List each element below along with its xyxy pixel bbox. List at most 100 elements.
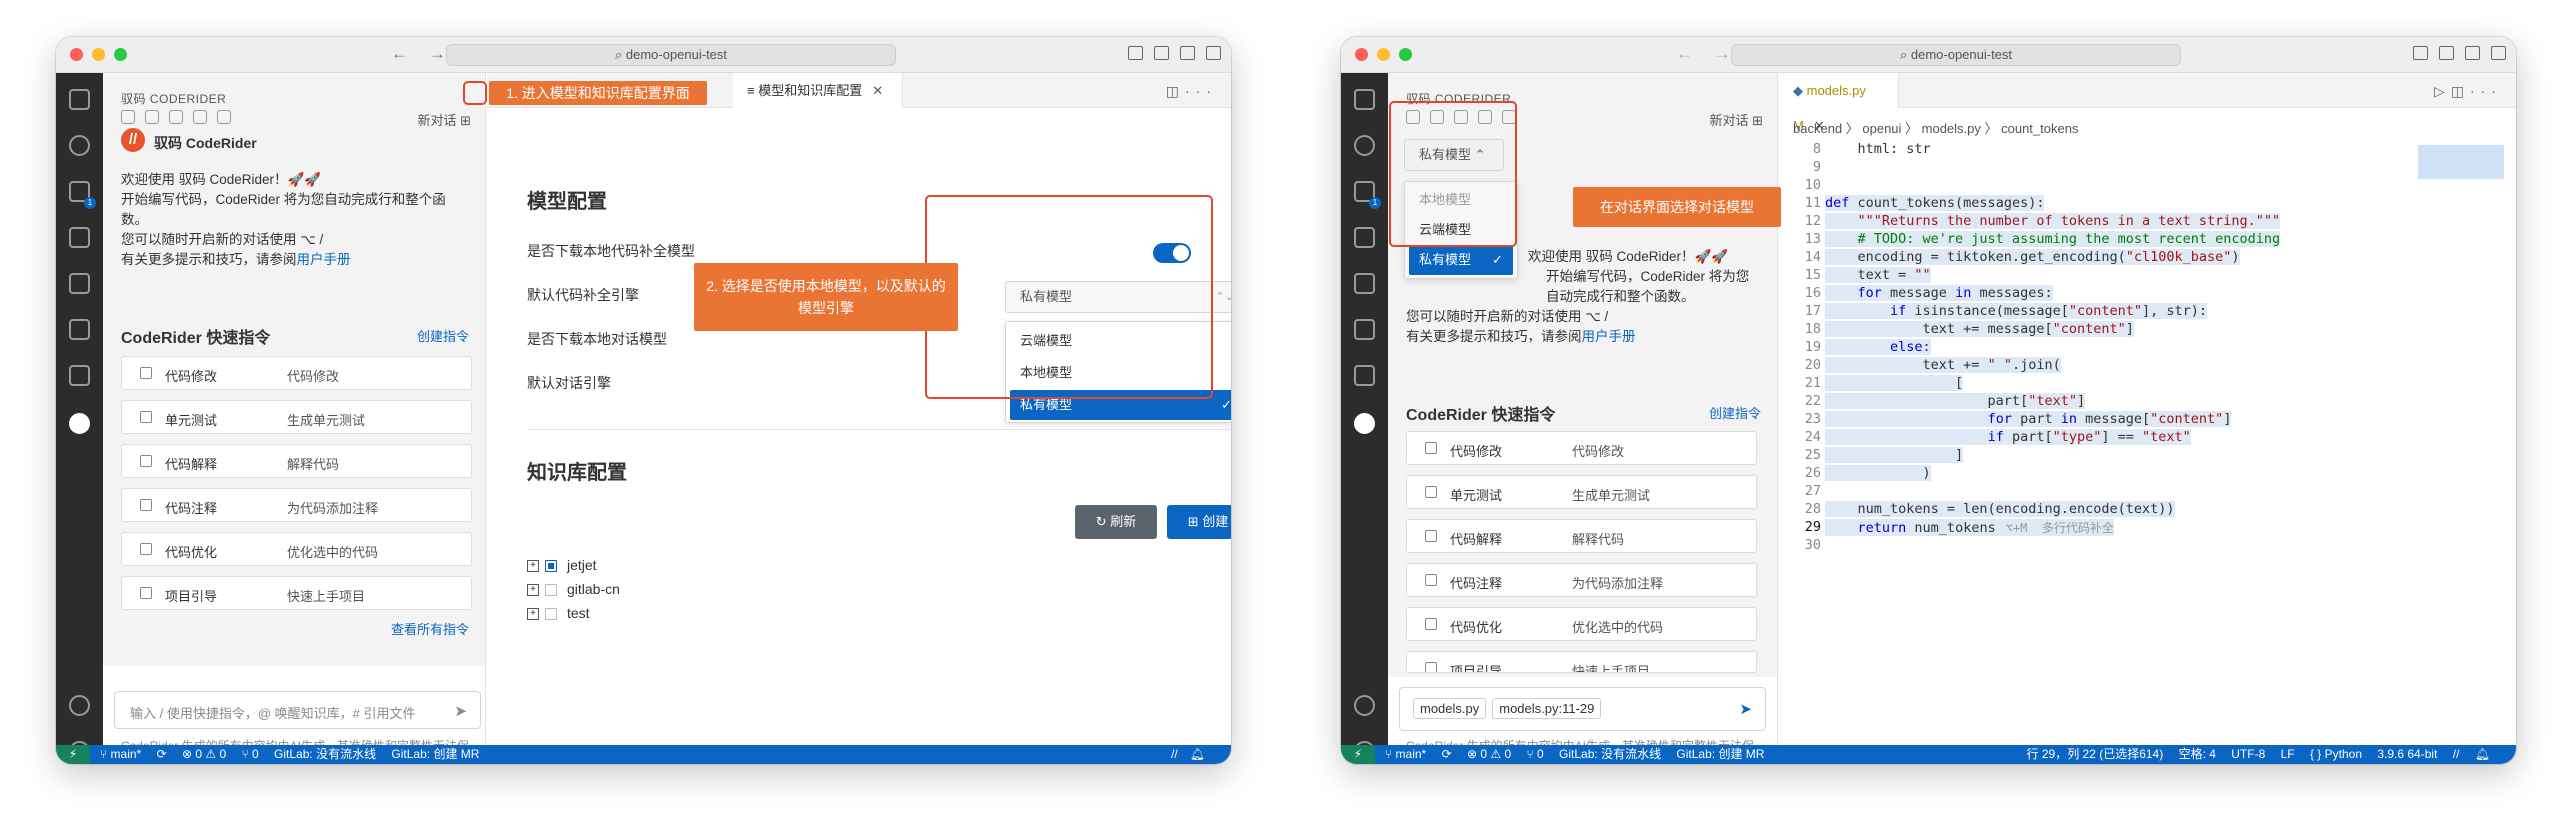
explorer-icon[interactable] [1354, 89, 1375, 110]
quick-command-item[interactable]: 代码修改 代码修改 [121, 356, 472, 390]
ports-indicator[interactable]: ⑂ 0 [1526, 747, 1543, 761]
send-icon[interactable]: ➤ [454, 702, 467, 720]
more-actions-icon[interactable]: ··· [1185, 83, 1217, 99]
coderider-status-icon[interactable]: // [1171, 747, 1178, 761]
coderider-icon[interactable] [69, 413, 90, 434]
chat-input[interactable]: 输入 / 使用快捷指令，@ 唤醒知识库，# 引用文件 ➤ [114, 691, 481, 729]
view-all-commands-link[interactable]: 查看所有指令 [391, 619, 469, 638]
code-line[interactable]: else: [1825, 339, 1931, 355]
minimize-window-button[interactable] [92, 48, 105, 61]
remote-indicator[interactable]: ⚡ [56, 745, 90, 764]
toggle-secondary-sidebar-icon[interactable] [1180, 46, 1195, 60]
nav-arrows[interactable]: ← → [391, 44, 454, 64]
python-interpreter[interactable]: 3.9.6 64-bit [2377, 747, 2437, 761]
code-line[interactable]: text += " ".join( [1825, 357, 2061, 373]
kb-item[interactable]: + jetjet [527, 557, 597, 573]
branch-indicator[interactable]: ⑂ main* ⟳ [1385, 747, 1452, 761]
history-icon[interactable] [145, 110, 159, 124]
coderider-icon[interactable] [1354, 413, 1375, 434]
quick-command-item[interactable]: 代码注释 为代码添加注释 [1406, 563, 1757, 597]
command-center-search[interactable]: ⌕ demo-openui-test [1731, 44, 2181, 66]
code-line[interactable]: if part["type"] == "text" [1825, 429, 2191, 445]
quick-command-item[interactable]: 代码解释 解释代码 [121, 444, 472, 478]
remote-explorer-icon[interactable] [1354, 319, 1375, 340]
problems-indicator[interactable]: ⊗ 0 ⚠ 0 [182, 747, 226, 761]
file-encoding[interactable]: UTF-8 [2231, 747, 2265, 761]
customize-layout-icon[interactable] [2491, 46, 2506, 60]
code-line[interactable]: if isinstance(message["content"], str): [1825, 303, 2208, 319]
expand-icon[interactable]: + [527, 584, 539, 597]
breadcrumb[interactable]: backend 〉 openui 〉 models.py 〉 count_tok… [1793, 118, 2078, 137]
run-icon[interactable]: ▷ [2434, 83, 2451, 99]
quick-command-item[interactable]: 代码解释 解释代码 [1406, 519, 1757, 553]
quick-command-item[interactable]: 单元测试 生成单元测试 [1406, 475, 1757, 509]
explorer-icon[interactable] [69, 89, 90, 110]
cursor-position[interactable]: 行 29，列 22 (已选择614) [2027, 747, 2164, 761]
code-line[interactable]: [ [1825, 375, 1964, 391]
testing-icon[interactable] [1354, 365, 1375, 386]
toggle-secondary-sidebar-icon[interactable] [2465, 46, 2480, 60]
ports-indicator[interactable]: ⑂ 0 [241, 747, 258, 761]
settings-icon[interactable] [217, 110, 231, 124]
new-chat-button[interactable]: 新对话 ⊞ [417, 110, 471, 129]
user-manual-link[interactable]: 用户手册 [1582, 329, 1636, 344]
close-window-button[interactable] [70, 48, 83, 61]
expand-icon[interactable]: + [527, 560, 539, 573]
attachment-chip[interactable]: models.py [1413, 698, 1487, 719]
minimap-viewport[interactable] [2418, 145, 2504, 179]
gitlab-mr[interactable]: GitLab: 创建 MR [391, 747, 479, 761]
toggle-panel-icon[interactable] [2439, 46, 2454, 60]
gitlab-pipeline[interactable]: GitLab: 没有流水线 [274, 747, 376, 761]
bolt-icon[interactable] [193, 110, 207, 124]
toggle-sidebar-icon[interactable] [1128, 46, 1143, 60]
extensions-icon[interactable] [69, 273, 90, 294]
code-line[interactable]: # TODO: we're just assuming the most rec… [1825, 231, 2281, 247]
quick-command-item[interactable]: 代码优化 优化选中的代码 [121, 532, 472, 566]
code-line[interactable]: text += message["content"] [1825, 321, 2134, 337]
code-line[interactable]: ) [1825, 465, 1931, 481]
customize-layout-icon[interactable] [1206, 46, 1221, 60]
account-icon[interactable] [1354, 695, 1375, 716]
bell-icon[interactable]: 🔔︎ [2475, 747, 2490, 761]
language-mode[interactable]: { } Python [2310, 747, 2362, 761]
code-line[interactable]: def count_tokens(messages): [1825, 195, 2045, 211]
chat-input[interactable]: models.py models.py:11-29 ➤ [1399, 687, 1766, 731]
toggle-sidebar-icon[interactable] [2413, 46, 2428, 60]
tab-models-py[interactable]: ◆ models.py M ✕ [1779, 73, 1899, 133]
indentation[interactable]: 空格: 4 [2179, 747, 2216, 761]
minimize-window-button[interactable] [1377, 48, 1390, 61]
user-manual-link[interactable]: 用户手册 [297, 252, 351, 267]
testing-icon[interactable] [69, 365, 90, 386]
tab-model-kb-config[interactable]: ≡ 模型和知识库配置 ✕ [733, 73, 903, 108]
kb-item[interactable]: + test [527, 605, 590, 621]
kb-checkbox[interactable] [545, 584, 557, 597]
create-command-link[interactable]: 创建指令 [417, 326, 469, 345]
chat-history-icon[interactable] [121, 110, 135, 124]
quick-command-item[interactable]: 单元测试 生成单元测试 [121, 400, 472, 434]
extensions-icon[interactable] [1354, 273, 1375, 294]
code-line[interactable]: part["text"] [1825, 393, 2086, 409]
search-icon[interactable] [1354, 135, 1375, 156]
remote-explorer-icon[interactable] [69, 319, 90, 340]
zoom-window-button[interactable] [1399, 48, 1412, 61]
new-chat-button[interactable]: 新对话 ⊞ [1709, 110, 1763, 129]
kb-checkbox[interactable] [545, 560, 557, 573]
quick-command-item[interactable]: 代码修改 代码修改 [1406, 431, 1757, 465]
toggle-panel-icon[interactable] [1154, 46, 1169, 60]
branch-indicator[interactable]: ⑂ main* ⟳ [100, 747, 167, 761]
expand-icon[interactable]: + [527, 608, 539, 621]
run-debug-icon[interactable] [1354, 227, 1375, 248]
gitlab-pipeline[interactable]: GitLab: 没有流水线 [1559, 747, 1661, 761]
quick-command-item[interactable]: 项目引导 快速上手项目 [1406, 651, 1757, 673]
gitlab-mr[interactable]: GitLab: 创建 MR [1676, 747, 1764, 761]
refresh-button[interactable]: ↻ 刷新 [1075, 505, 1157, 539]
more-actions-icon[interactable]: ··· [2470, 83, 2502, 99]
kb-checkbox[interactable] [545, 608, 557, 621]
code-line[interactable]: """Returns the number of tokens in a tex… [1825, 213, 2281, 229]
close-window-button[interactable] [1355, 48, 1368, 61]
split-editor-icon[interactable]: ◫ [1166, 83, 1185, 99]
mask-icon[interactable] [169, 110, 183, 124]
create-command-link[interactable]: 创建指令 [1709, 403, 1761, 422]
code-line[interactable]: text = "" [1825, 267, 1931, 283]
problems-indicator[interactable]: ⊗ 0 ⚠ 0 [1467, 747, 1511, 761]
